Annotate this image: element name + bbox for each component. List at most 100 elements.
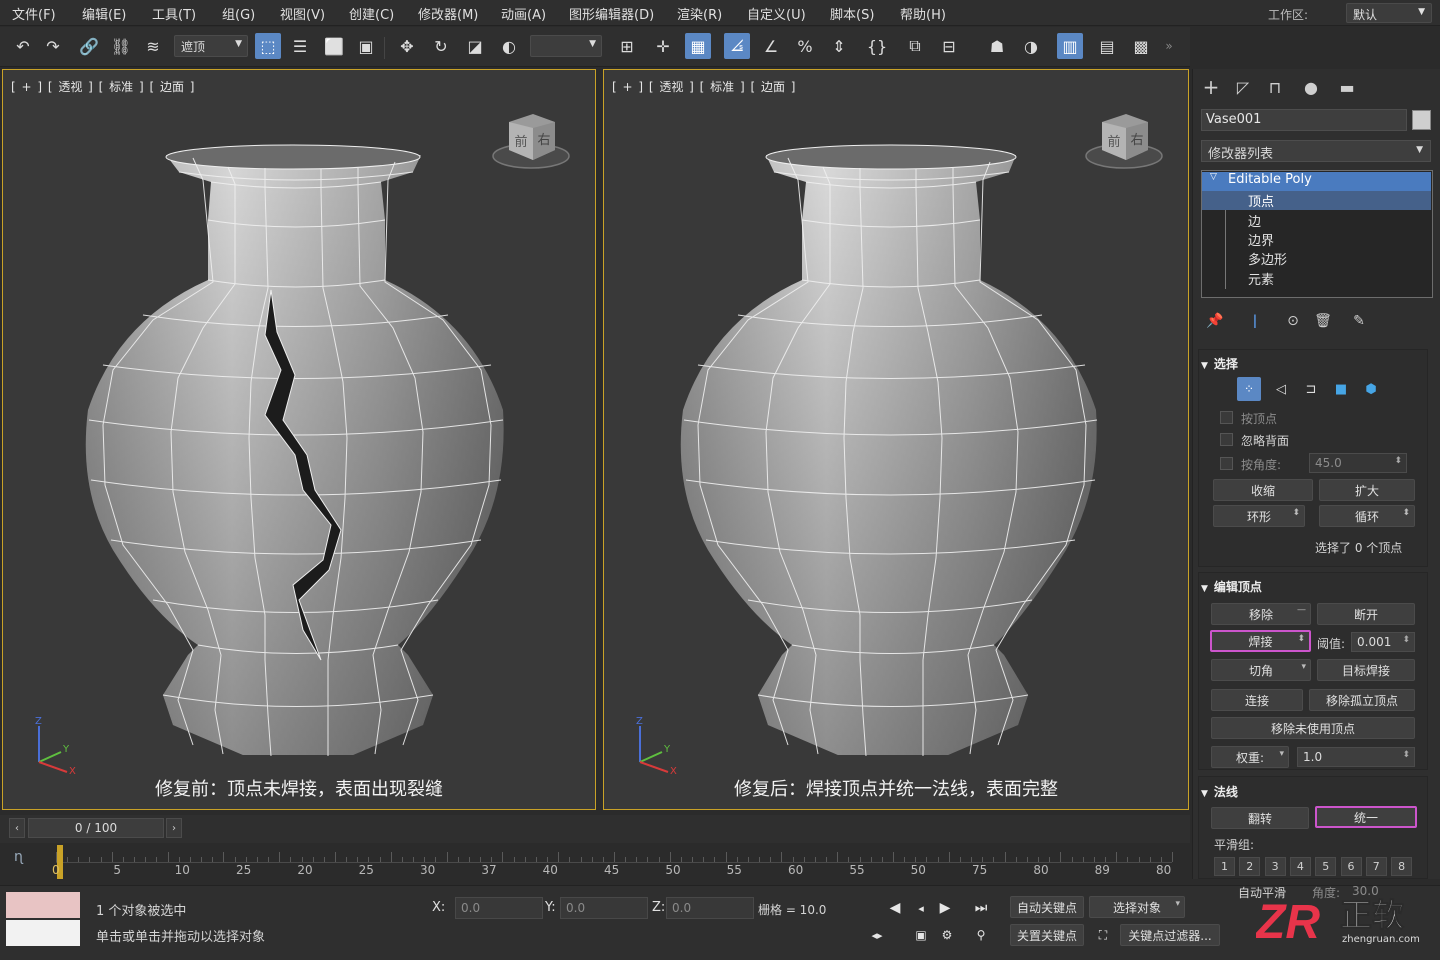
selection-rollout-title[interactable]: ▼ 选择 — [1201, 355, 1431, 372]
select-by-name-icon[interactable]: ☰ — [287, 33, 313, 59]
time-config-icon[interactable]: ⚙ — [936, 924, 958, 946]
rotate-icon[interactable]: ↻ — [428, 33, 454, 59]
key-filters-button[interactable]: 关键点过滤器... — [1120, 924, 1220, 946]
render-icon[interactable]: ▩ — [1128, 33, 1154, 59]
connect-button[interactable]: 连接 — [1211, 689, 1303, 711]
weight-mode-select[interactable]: 权重: ▾ — [1211, 746, 1289, 768]
settings-icon[interactable]: ⬍ — [1297, 634, 1305, 644]
render-setup-icon[interactable]: ▥ — [1057, 33, 1083, 59]
menu-edit[interactable]: 编辑(E) — [82, 4, 126, 23]
z-coord-field[interactable]: 0.0 — [666, 897, 754, 919]
spinner-icon[interactable]: ⬍ — [1402, 635, 1410, 645]
remove-isolated-button[interactable]: 移除孤立顶点 — [1309, 689, 1415, 711]
key-mode-icon[interactable]: ▣ — [910, 924, 932, 946]
auto-key-button[interactable]: 自动关键点 — [1010, 896, 1084, 918]
by-vertex-checkbox[interactable] — [1220, 411, 1233, 424]
menu-group[interactable]: 组(G) — [222, 4, 255, 23]
rect-selection-icon[interactable]: ⬜ — [321, 33, 347, 59]
target-weld-button[interactable]: 目标焊接 — [1317, 659, 1415, 681]
vase-repaired-model[interactable] — [604, 70, 1190, 811]
unify-button[interactable]: 统一 — [1315, 806, 1417, 828]
smoothing-group-button[interactable]: 8 — [1391, 857, 1413, 876]
menu-scripting[interactable]: 脚本(S) — [830, 4, 874, 23]
undo-icon[interactable]: ↶ — [10, 33, 36, 59]
element-mode-icon[interactable]: ⬢ — [1359, 377, 1383, 401]
reference-coord-select[interactable]: ▼ — [530, 35, 602, 57]
ring-button[interactable]: 环形 ⬍ — [1213, 505, 1305, 527]
more-icon[interactable]: » — [1156, 33, 1182, 59]
selection-set-select[interactable]: 选择对象 ▾ — [1089, 896, 1185, 918]
menu-rendering[interactable]: 渲染(R) — [677, 4, 722, 23]
edge-mode-icon[interactable]: ◁ — [1269, 377, 1293, 401]
window-crossing-icon[interactable]: ▣ — [353, 33, 379, 59]
menu-modifiers[interactable]: 修改器(M) — [418, 4, 478, 23]
move-icon[interactable]: ✥ — [394, 33, 420, 59]
make-unique-icon[interactable]: ⊙ — [1279, 309, 1307, 333]
ignore-backface-checkbox[interactable] — [1220, 433, 1233, 446]
vase-cracked-model[interactable] — [3, 70, 597, 811]
scale-icon[interactable]: ◪ — [462, 33, 488, 59]
set-key-button[interactable]: 关置关键点 — [1010, 924, 1084, 946]
y-coord-field[interactable]: 0.0 — [560, 897, 648, 919]
remove-modifier-icon[interactable]: 🗑 — [1309, 309, 1337, 333]
menu-animation[interactable]: 动画(A) — [501, 4, 546, 23]
spinner-snap-icon[interactable]: ⇕ — [826, 33, 852, 59]
edit-vertices-rollout-title[interactable]: ▼ 编辑顶点 — [1201, 578, 1431, 595]
smoothing-group-button[interactable]: 1 — [1214, 857, 1235, 876]
stack-item-editable-poly[interactable]: ▽ Editable Poly — [1202, 172, 1431, 191]
smoothing-group-button[interactable]: 7 — [1365, 857, 1387, 876]
percent-snap-icon[interactable]: % — [792, 33, 818, 59]
remove-unused-button[interactable]: 移除未使用顶点 — [1211, 717, 1415, 739]
timeline-ruler[interactable] — [56, 845, 1173, 863]
hierarchy-tab-icon[interactable]: ⊓ — [1261, 75, 1289, 99]
loop-button[interactable]: 循环 ⬍ — [1319, 505, 1415, 527]
grow-button[interactable]: 扩大 — [1319, 479, 1415, 501]
remove-button[interactable]: 移除 — — [1211, 603, 1311, 625]
snaps-toggle-icon[interactable]: ⦞ — [724, 33, 750, 59]
x-coord-field[interactable]: 0.0 — [455, 897, 543, 919]
link-icon[interactable]: 🔗 — [76, 33, 102, 59]
show-end-result-icon[interactable]: ǀ — [1241, 309, 1269, 333]
workspace-select[interactable]: 默认 ▼ — [1346, 3, 1432, 23]
frame-slider[interactable]: 0 / 100 — [28, 818, 164, 838]
goto-start-icon[interactable]: ◂▸ — [866, 924, 888, 946]
stack-item-edge[interactable]: 边 — [1202, 211, 1431, 230]
menu-help[interactable]: 帮助(H) — [900, 4, 946, 23]
prev-frame-icon[interactable]: ‹ — [9, 818, 25, 838]
vertex-mode-icon[interactable]: ⁘ — [1237, 377, 1261, 401]
spinner-icon[interactable]: ⬍ — [1394, 456, 1402, 466]
maxscript-listener-bottom[interactable] — [6, 920, 80, 946]
placement-icon[interactable]: ◐ — [496, 33, 522, 59]
object-name-field[interactable]: Vase001 — [1201, 109, 1407, 131]
set-key-mode-icon[interactable]: ⚲ — [970, 924, 992, 946]
menu-create[interactable]: 创建(C) — [349, 4, 394, 23]
viewport-right[interactable]: [ + ] [ 透视 ] [ 标准 ] [ 边面 ] 前 右 Z Y X 修复后… — [603, 69, 1189, 810]
smoothing-group-button[interactable]: 5 — [1315, 857, 1337, 876]
modify-tab-icon[interactable]: ◸ — [1229, 75, 1257, 99]
rendered-frame-icon[interactable]: ▤ — [1094, 33, 1120, 59]
spinner-icon[interactable]: ⬍ — [1292, 508, 1300, 518]
menu-view[interactable]: 视图(V) — [280, 4, 325, 23]
align-icon[interactable]: ⊟ — [936, 33, 962, 59]
menu-file[interactable]: 文件(F) — [12, 4, 56, 23]
smoothing-group-button[interactable]: 2 — [1239, 857, 1261, 876]
weld-button[interactable]: 焊接 ⬍ — [1210, 630, 1311, 652]
stack-item-element[interactable]: 元素 — [1202, 269, 1431, 288]
select-object-icon[interactable]: ⬚ — [255, 33, 281, 59]
prev-key-icon[interactable]: ◀ — [884, 897, 906, 919]
configure-modifier-icon[interactable]: ✎ — [1345, 309, 1373, 333]
pin-stack-icon[interactable]: 📌 — [1201, 309, 1229, 333]
angle-field[interactable]: 45.0 ⬍ — [1309, 453, 1407, 473]
by-angle-checkbox[interactable] — [1220, 457, 1233, 470]
polygon-mode-icon[interactable]: ■ — [1329, 377, 1353, 401]
select-manipulate-icon[interactable]: ✛ — [650, 33, 676, 59]
play-icon[interactable]: ▶ — [934, 897, 956, 919]
weight-field[interactable]: 1.0 ⬍ — [1297, 747, 1415, 767]
unlink-icon[interactable]: ⛓ — [108, 33, 134, 59]
menu-customize[interactable]: 自定义(U) — [747, 4, 806, 23]
modifier-list-select[interactable]: 修改器列表 ▼ — [1201, 140, 1431, 162]
redo-icon[interactable]: ↷ — [40, 33, 66, 59]
shrink-button[interactable]: 收缩 — [1213, 479, 1313, 501]
maxscript-listener-top[interactable] — [6, 892, 80, 918]
prev-frame-icon[interactable]: ◂ — [910, 897, 932, 919]
